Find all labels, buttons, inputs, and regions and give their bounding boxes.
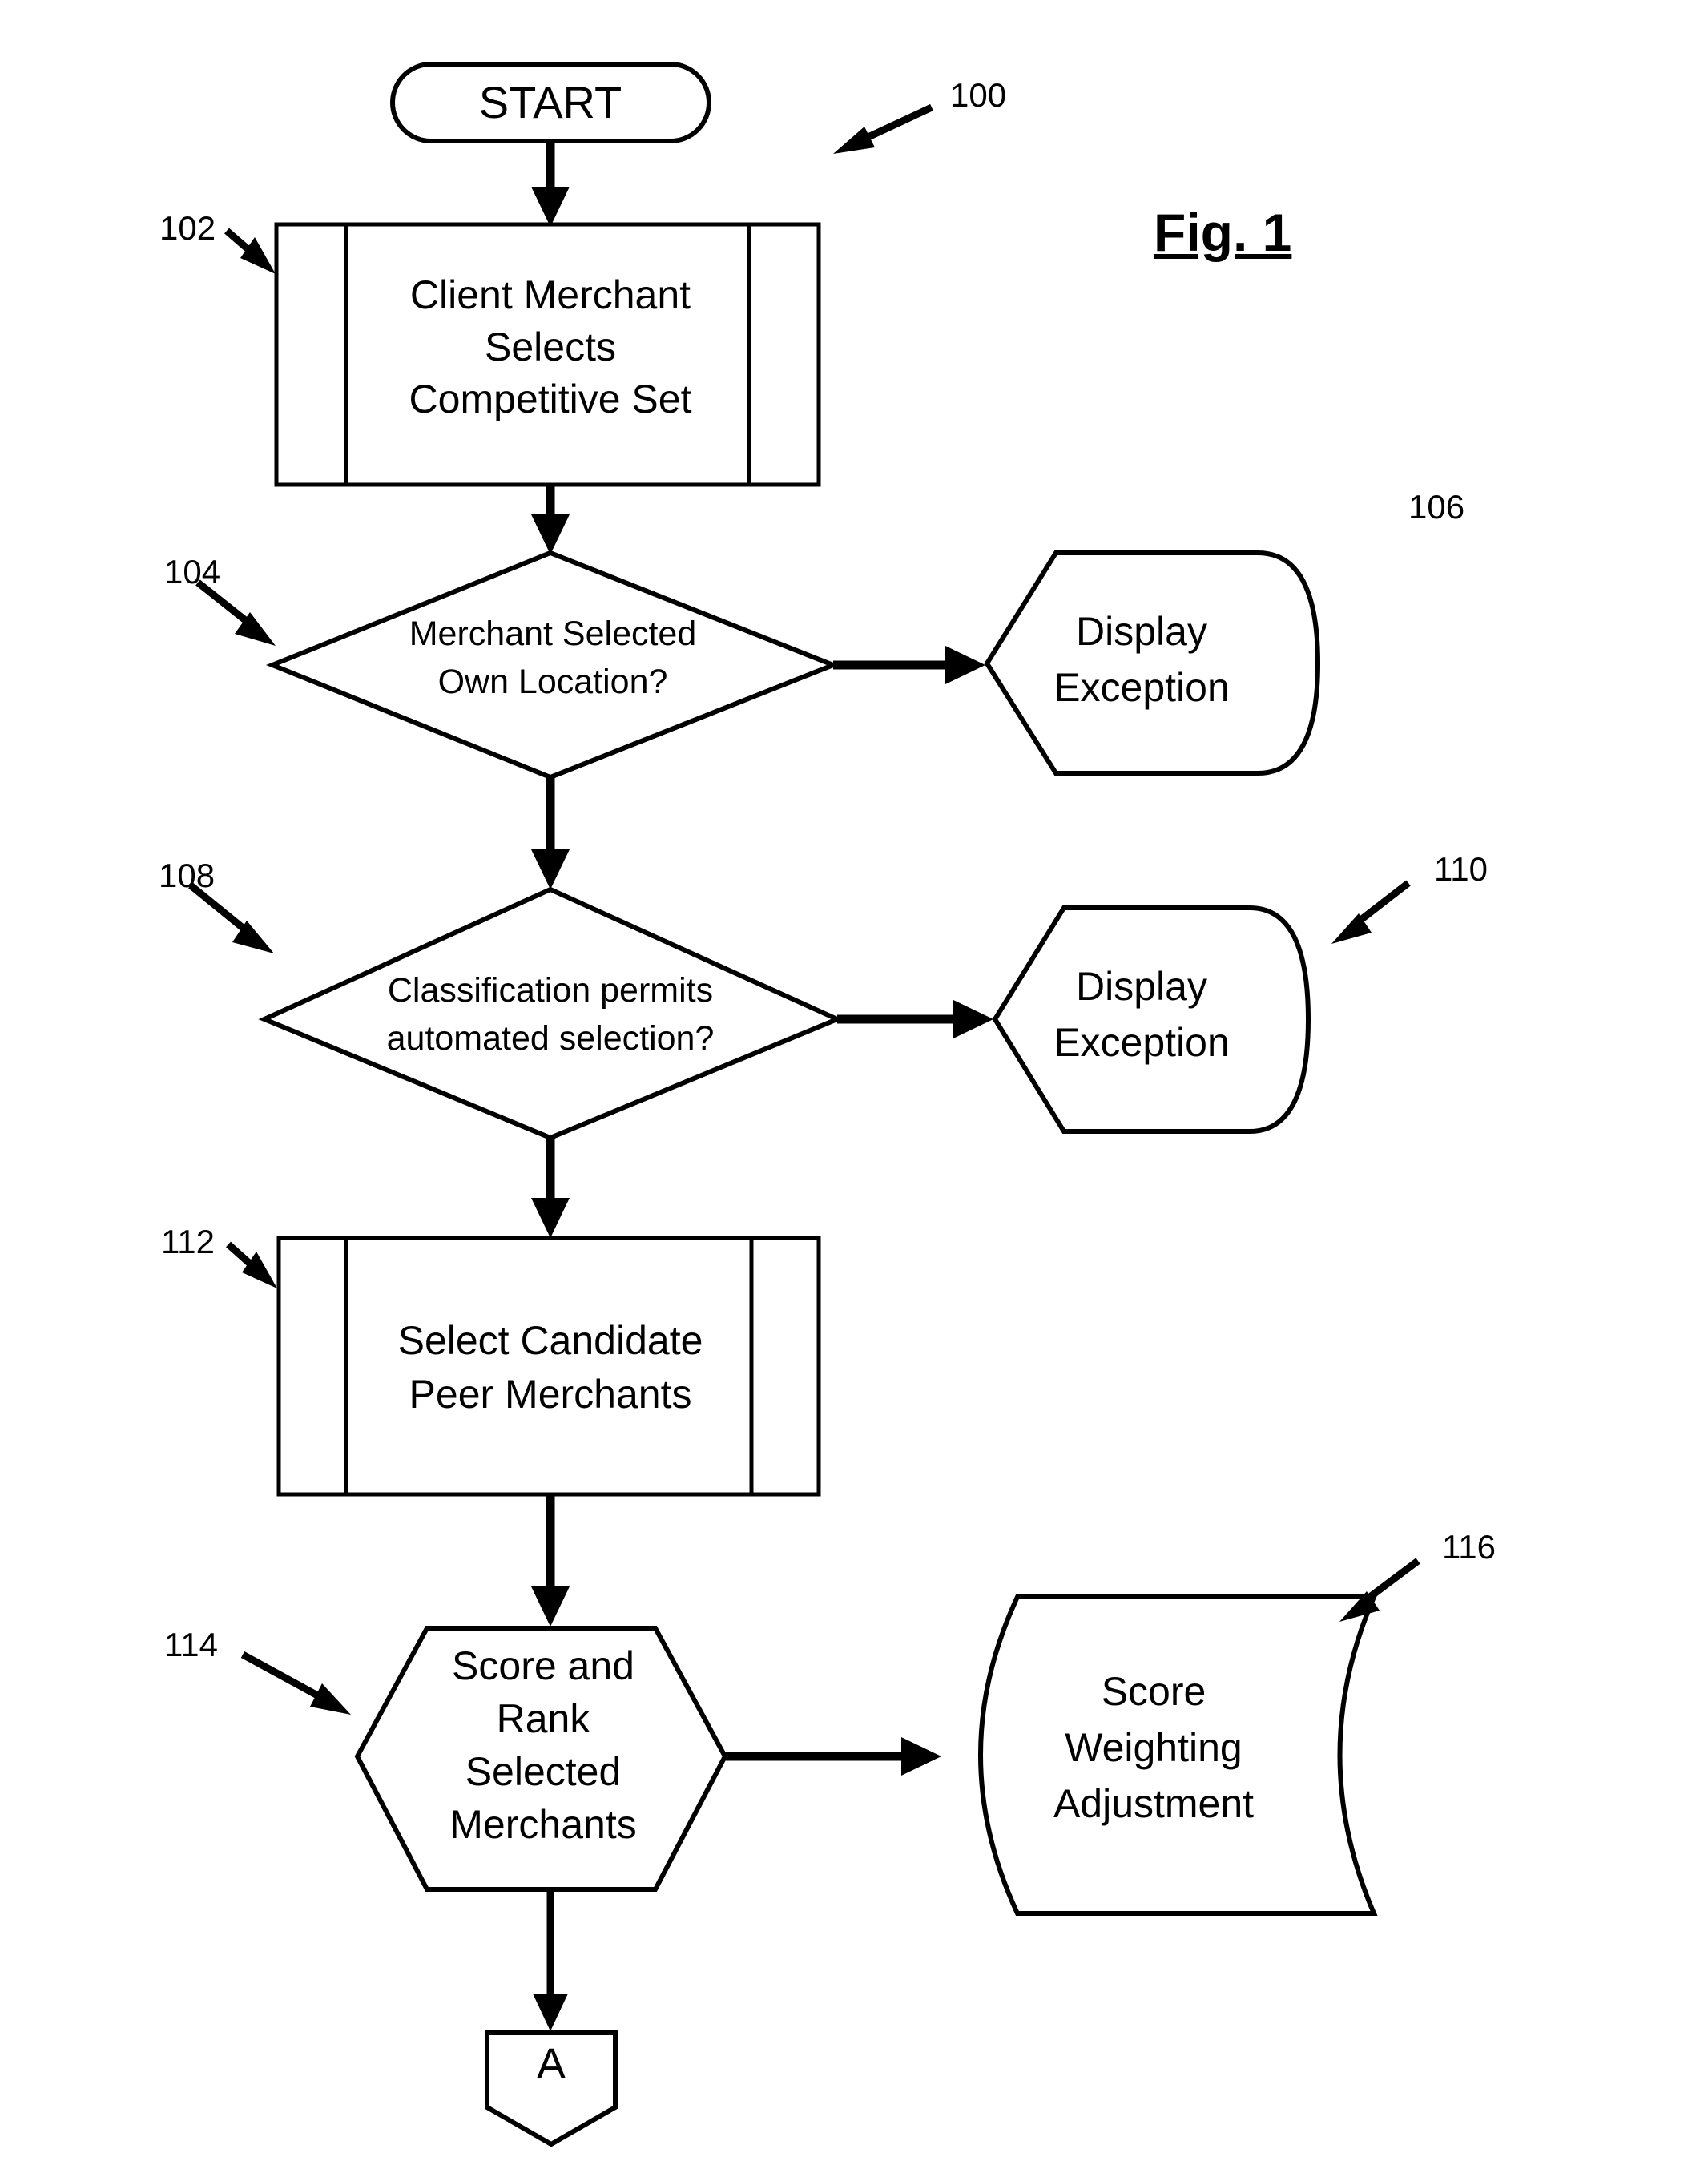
connector-start-to-102 bbox=[531, 140, 570, 227]
node-114-line2: Rank bbox=[497, 1696, 591, 1741]
node-106-line1: Display bbox=[1076, 609, 1207, 654]
node-110-line2: Exception bbox=[1053, 1020, 1230, 1065]
ref-label-108: 108 bbox=[159, 857, 215, 894]
node-display-exception-2[interactable]: Display Exception bbox=[992, 905, 1311, 1134]
node-client-merchant-selects[interactable]: Client Merchant Selects Competitive Set bbox=[274, 222, 821, 487]
node-114-line4: Merchants bbox=[449, 1802, 636, 1847]
node-102-line2: Selects bbox=[485, 325, 616, 369]
node-116-line1: Score bbox=[1102, 1669, 1206, 1714]
ref-label-100: 100 bbox=[950, 76, 1006, 114]
node-106-line2: Exception bbox=[1053, 665, 1230, 710]
node-108-line1: Classification permits bbox=[388, 971, 713, 1010]
node-104-line2: Own Location? bbox=[438, 663, 668, 701]
node-score-weighting-adjustment[interactable]: Score Weighting Adjustment bbox=[978, 1594, 1378, 1916]
node-102-line3: Competitive Set bbox=[409, 377, 692, 421]
ref-label-116: 116 bbox=[1442, 1528, 1496, 1566]
ref-leader-102: 102 bbox=[159, 209, 276, 274]
node-select-candidate-peer-merchants[interactable]: Select Candidate Peer Merchants bbox=[276, 1236, 821, 1497]
node-104-line1: Merchant Selected bbox=[409, 615, 697, 653]
connector-108-to-110 bbox=[837, 1000, 993, 1038]
node-102-line1: Client Merchant bbox=[410, 272, 691, 317]
node-offpage-connector-a[interactable]: A bbox=[485, 2030, 618, 2147]
ref-label-104: 104 bbox=[164, 553, 220, 591]
node-108-line2: automated selection? bbox=[387, 1019, 715, 1058]
connector-104-to-108 bbox=[531, 777, 570, 889]
ref-label-102: 102 bbox=[159, 209, 216, 247]
node-display-exception-1[interactable]: Display Exception bbox=[984, 550, 1321, 776]
node-start[interactable]: START bbox=[390, 62, 711, 143]
ref-label-112: 112 bbox=[161, 1223, 215, 1260]
node-merchant-selected-own-location[interactable]: Merchant Selected Own Location? bbox=[265, 550, 840, 780]
ref-label-110: 110 bbox=[1434, 850, 1488, 888]
figure-title: Fig. 1 bbox=[1154, 203, 1292, 262]
node-classification-permits-automated-selection[interactable]: Classification permits automated selecti… bbox=[258, 886, 844, 1141]
flowchart-svg: START Client Merchant Selects Competitiv… bbox=[159, 62, 1496, 2147]
ref-leader-112: 112 bbox=[161, 1223, 277, 1288]
node-114-line1: Score and bbox=[452, 1643, 634, 1688]
ref-label-114: 114 bbox=[164, 1626, 218, 1663]
patent-figure-canvas: START Client Merchant Selects Competitiv… bbox=[0, 0, 1708, 2173]
node-112-line2: Peer Merchants bbox=[409, 1372, 692, 1417]
ref-leader-116: 116 bbox=[1339, 1528, 1496, 1622]
connector-114-to-116 bbox=[725, 1737, 941, 1776]
ref-leader-110: 110 bbox=[1331, 850, 1488, 944]
ref-leader-104: 104 bbox=[164, 553, 276, 646]
node-116-line2: Weighting bbox=[1065, 1725, 1242, 1770]
ref-label-106: 106 bbox=[1408, 488, 1464, 526]
connector-114-to-connector-a bbox=[533, 1891, 568, 2031]
node-116-line3: Adjustment bbox=[1053, 1781, 1254, 1826]
node-112-line1: Select Candidate bbox=[398, 1318, 703, 1363]
ref-leader-114: 114 bbox=[164, 1626, 351, 1715]
ref-leader-108: 108 bbox=[159, 857, 274, 953]
connector-102-to-104 bbox=[531, 485, 570, 554]
connector-112-to-114 bbox=[531, 1494, 570, 1627]
start-label: START bbox=[479, 77, 622, 127]
connector-104-to-106 bbox=[833, 646, 985, 684]
connector-108-to-112 bbox=[531, 1138, 570, 1238]
node-114-line3: Selected bbox=[465, 1749, 622, 1794]
ref-leader-106: 106 bbox=[1408, 488, 1464, 526]
ref-leader-100: 100 bbox=[833, 76, 1006, 154]
node-score-and-rank-selected-merchants[interactable]: Score and Rank Selected Merchants bbox=[354, 1626, 728, 1892]
connector-a-label: A bbox=[537, 2040, 566, 2088]
node-110-line1: Display bbox=[1076, 964, 1207, 1009]
